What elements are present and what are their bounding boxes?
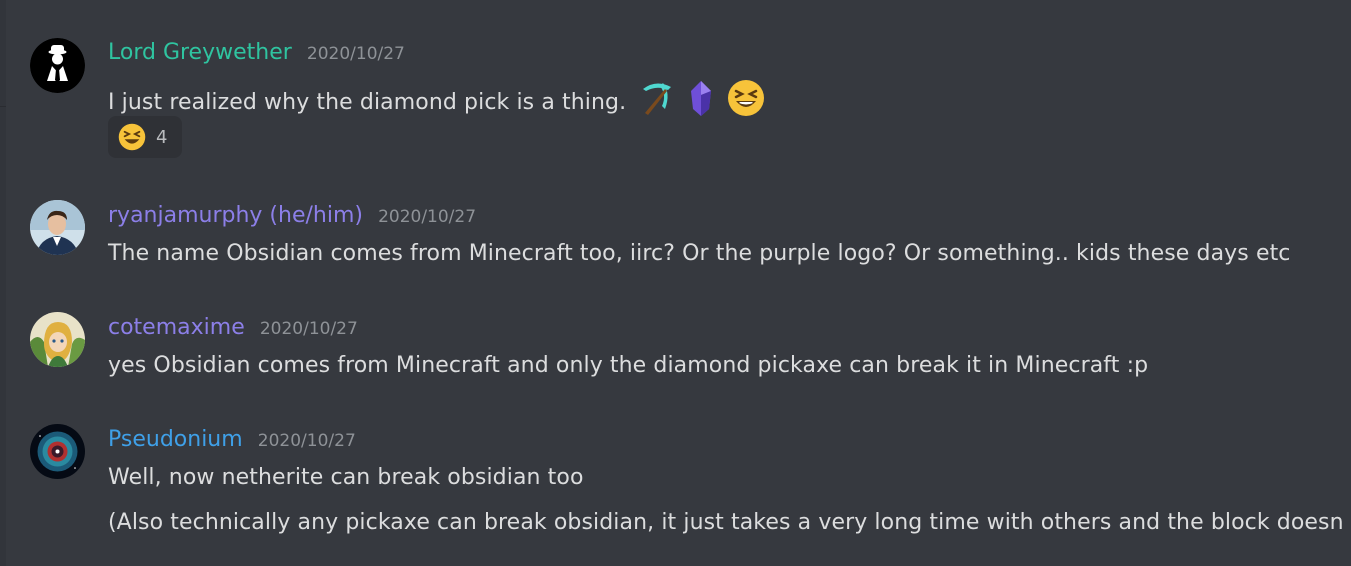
message-line: I just realized why the diamond pick is … [108,90,627,115]
avatar[interactable] [30,312,85,367]
reaction-count: 4 [156,126,168,148]
message-line: Well, now netherite can break obsidian t… [108,465,584,490]
obsidian-crystal-icon [686,79,716,123]
timestamp[interactable]: 2020/10/27 [258,431,356,451]
message-header: cotemaxime 2020/10/27 [108,315,358,340]
laughing-emoji-icon [118,123,146,151]
timestamp[interactable]: 2020/10/27 [307,44,405,64]
avatar-photo-icon [30,200,85,255]
avatar[interactable] [30,424,85,479]
avatar-nebula-icon [30,424,85,479]
timestamp[interactable]: 2020/10/27 [260,319,358,339]
message-line: The name Obsidian comes from Minecraft t… [108,241,1291,266]
message-text: (Also technically any pickaxe can break … [108,510,1344,535]
message-header: ryanjamurphy (he/him) 2020/10/27 [108,203,476,228]
timestamp[interactable]: 2020/10/27 [378,207,476,227]
message-header: Pseudonium 2020/10/27 [108,427,356,452]
message-line: yes Obsidian comes from Minecraft and on… [108,353,1149,378]
avatar[interactable] [30,200,85,255]
username[interactable]: Lord Greywether [108,40,292,65]
username[interactable]: Pseudonium [108,427,243,452]
message-text: The name Obsidian comes from Minecraft t… [108,241,1291,266]
avatar-illustration-icon [30,312,85,367]
message-text: yes Obsidian comes from Minecraft and on… [108,353,1148,378]
message-line: (Also technically any pickaxe can break … [108,510,1344,535]
diamond-pickaxe-icon [637,79,675,123]
message-header: Lord Greywether 2020/10/27 [108,40,405,65]
avatar-tuxedo-icon [30,38,85,93]
username[interactable]: ryanjamurphy (he/him) [108,203,363,228]
avatar[interactable] [30,38,85,93]
chat-messages-pane: Lord Greywether 2020/10/27 I just realiz… [0,0,1351,566]
laughing-emoji-icon [727,79,765,123]
username[interactable]: cotemaxime [108,315,245,340]
message-text: I just realized why the diamond pick is … [108,79,765,123]
message-text: Well, now netherite can break obsidian t… [108,465,584,490]
reaction-pill[interactable]: 4 [108,116,182,158]
left-rail [0,0,6,566]
rail-divider [0,106,6,107]
